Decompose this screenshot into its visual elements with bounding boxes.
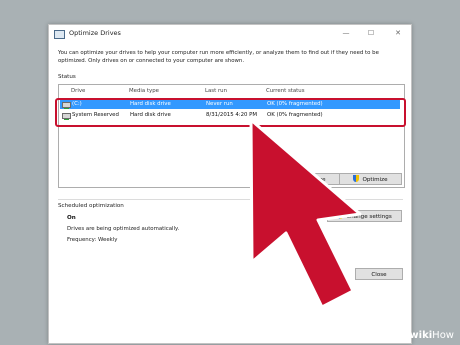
red-arrow-pointer (249, 118, 362, 309)
wikihow-logo: wikiHow (409, 330, 454, 341)
